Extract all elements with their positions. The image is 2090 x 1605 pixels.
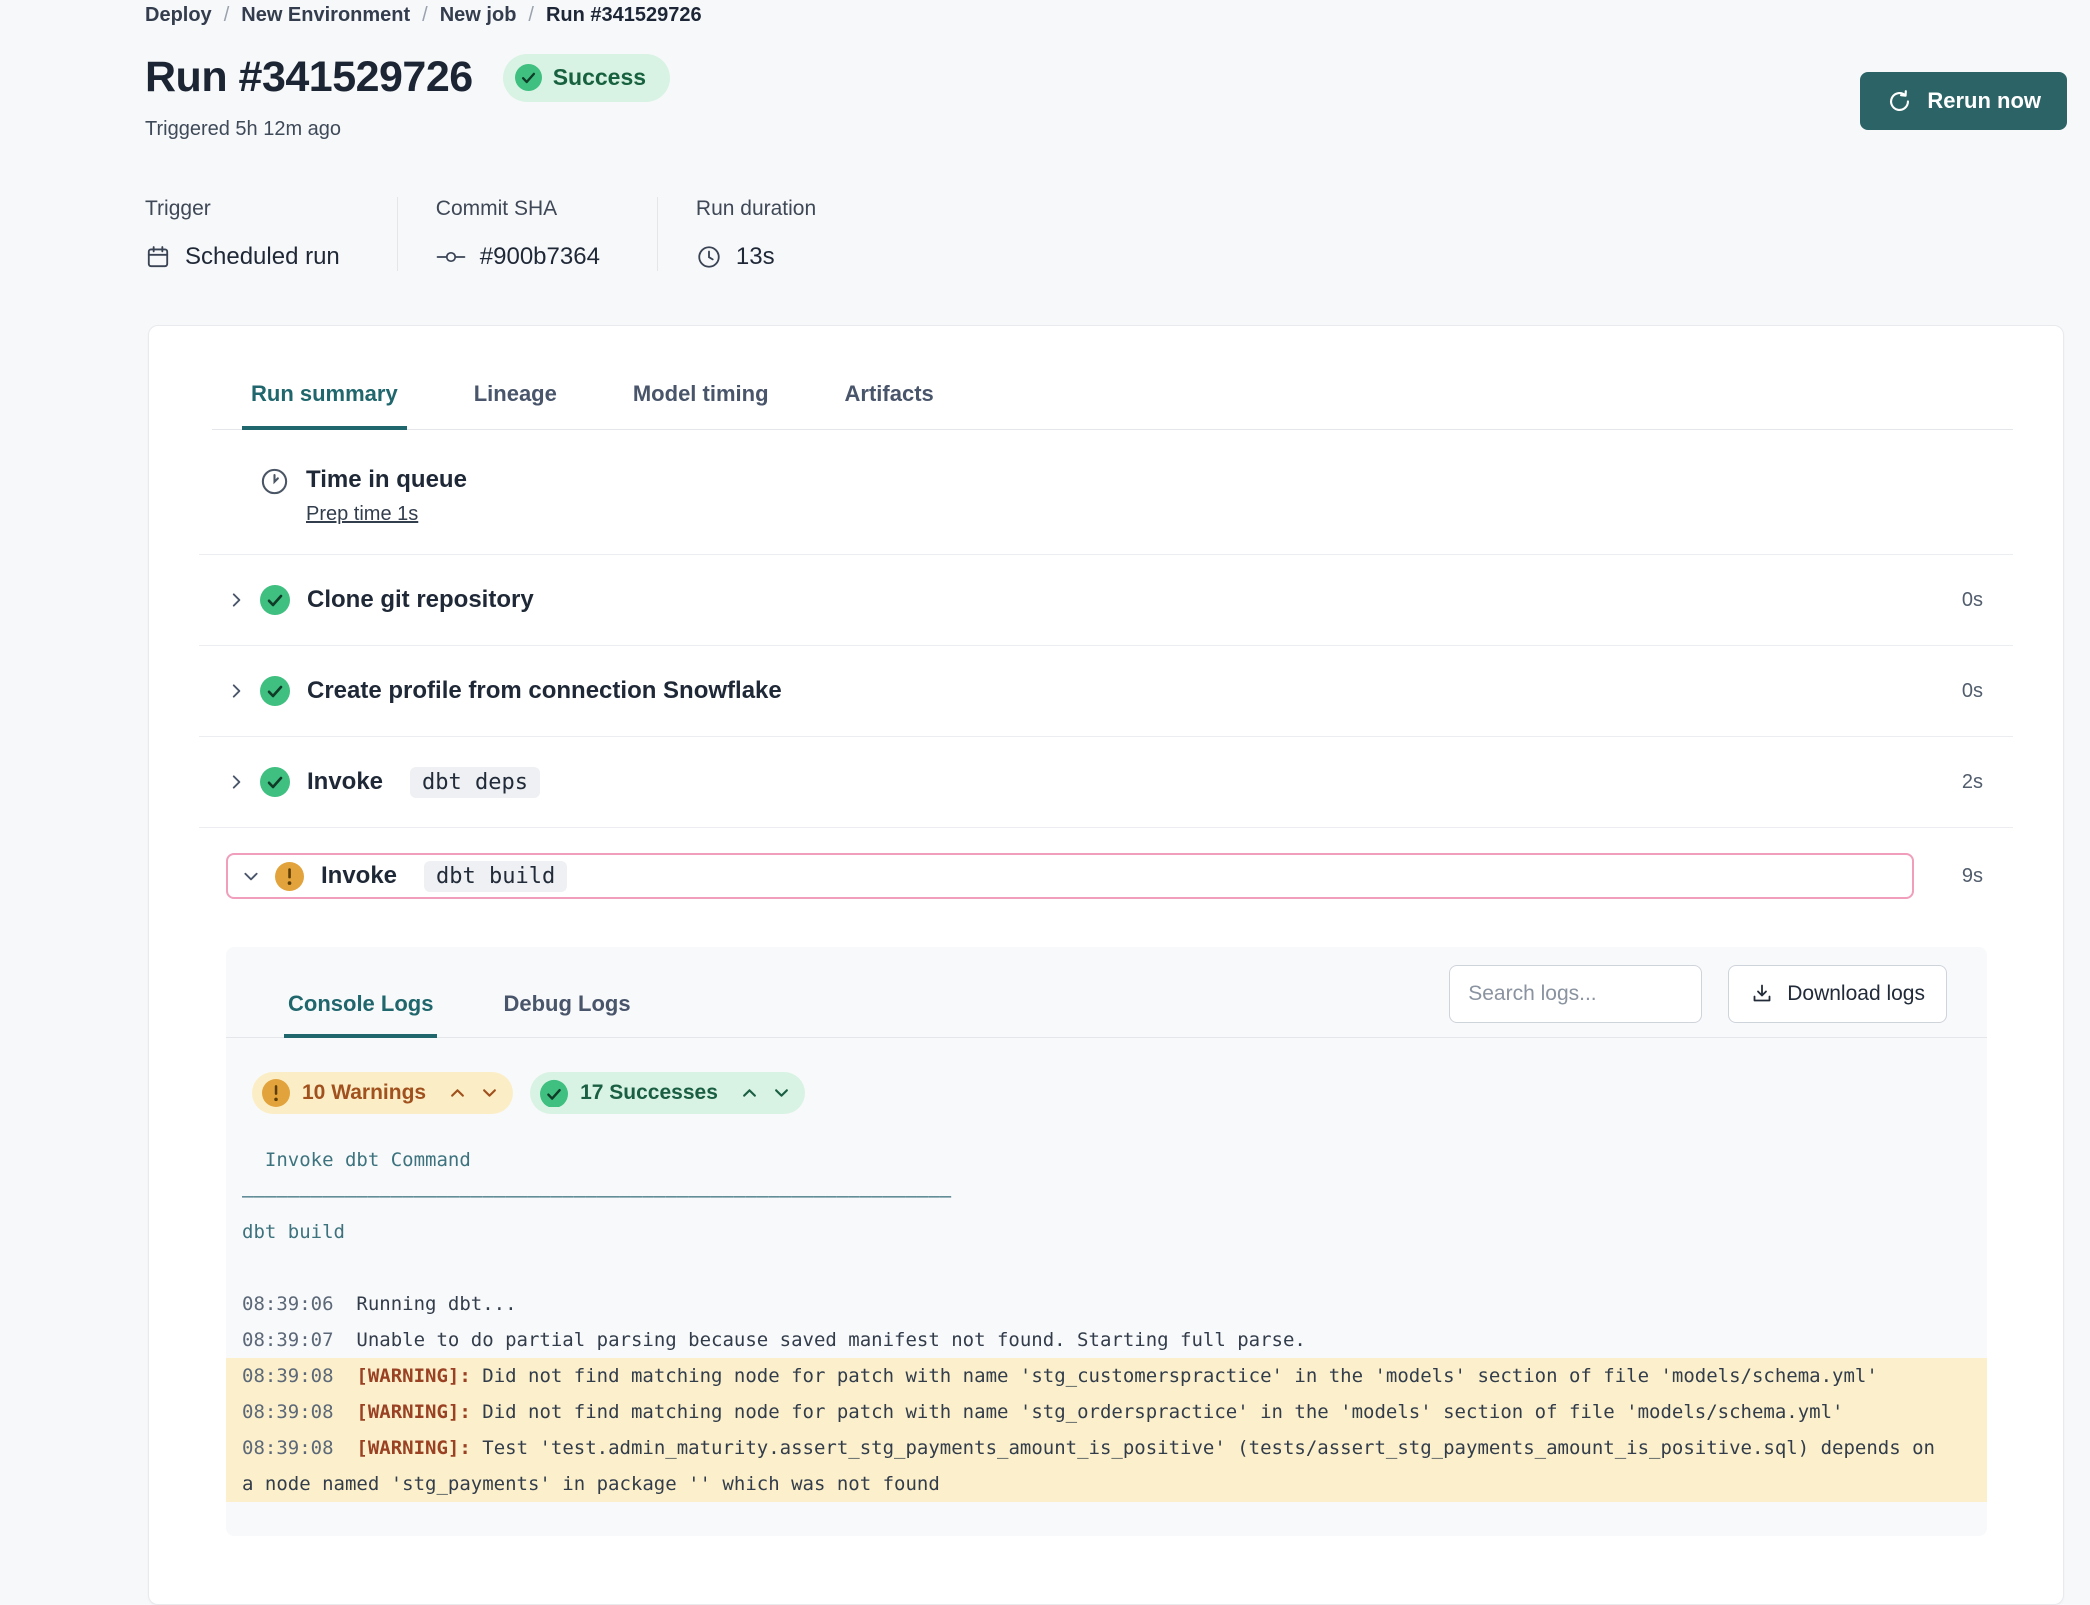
meta-commit: Commit SHA #900b7364 xyxy=(397,197,657,271)
log-line: 08:39:06 Running dbt... xyxy=(242,1286,1967,1322)
breadcrumb-current: Run #341529726 xyxy=(546,4,702,27)
log-filter-badges: 10 Warnings 17 Successes xyxy=(252,1072,1967,1114)
steps-list: Clone git repository0sCreate profile fro… xyxy=(149,555,2063,899)
breadcrumb-separator: / xyxy=(528,4,534,27)
success-check-icon xyxy=(260,767,290,797)
log-line: 08:39:08 [WARNING]: Did not find matchin… xyxy=(226,1358,1987,1394)
warning-icon xyxy=(262,1079,290,1107)
meta-label: Trigger xyxy=(145,197,340,221)
chevron-down-icon[interactable] xyxy=(242,867,260,885)
step-row[interactable]: Invoke dbt deps 2s xyxy=(199,737,2013,828)
chevron-up-icon[interactable] xyxy=(742,1088,757,1098)
status-badge: Success xyxy=(503,54,670,102)
time-in-queue-row: Time in queue Prep time 1s xyxy=(199,430,2013,555)
step-duration: 0s xyxy=(1962,589,1983,612)
rerun-now-button[interactable]: Rerun now xyxy=(1860,72,2067,130)
page-header: Deploy / New Environment / New job / Run #3415… xyxy=(0,0,2090,141)
commit-icon xyxy=(436,248,466,266)
success-check-icon xyxy=(260,676,290,706)
log-line: 08:39:08 [WARNING]: Test 'test.admin_mat… xyxy=(226,1430,1987,1502)
main-tabs: Run summary Lineage Model timing Artifacts xyxy=(212,381,2013,430)
queue-title: Time in queue xyxy=(306,466,467,494)
step-expanded-box: Invoke dbt build xyxy=(226,853,1914,899)
meta-value: #900b7364 xyxy=(480,243,600,271)
meta-trigger: Trigger Scheduled run xyxy=(145,197,397,271)
meta-value: Scheduled run xyxy=(185,243,340,271)
meta-label: Run duration xyxy=(696,197,816,221)
triggered-text: Triggered 5h 12m ago xyxy=(145,118,2066,141)
breadcrumb-link[interactable]: New job xyxy=(440,4,517,27)
breadcrumb-link[interactable]: Deploy xyxy=(145,4,212,27)
chevron-down-icon[interactable] xyxy=(482,1088,497,1098)
rerun-label: Rerun now xyxy=(1927,88,2041,114)
meta-duration: Run duration 13s xyxy=(657,197,873,271)
step-title: Invoke xyxy=(321,862,397,890)
status-label: Success xyxy=(553,64,646,91)
step-command-chip: dbt build xyxy=(424,861,567,892)
step-title: Invoke xyxy=(307,768,383,796)
tab-lineage[interactable]: Lineage xyxy=(465,381,566,429)
title-row: Run #341529726 Success xyxy=(145,53,2066,102)
step-command-chip: dbt deps xyxy=(410,767,540,798)
run-meta: Trigger Scheduled run Commit SHA #900b73… xyxy=(145,197,2090,271)
breadcrumb-separator: / xyxy=(224,4,230,27)
log-line: Invoke dbt Command xyxy=(242,1142,1967,1178)
log-line xyxy=(242,1250,1967,1286)
tab-console-logs[interactable]: Console Logs xyxy=(284,965,437,1037)
search-logs-input[interactable] xyxy=(1449,965,1702,1023)
log-line: dbt build xyxy=(242,1214,1967,1250)
chevron-right-icon[interactable] xyxy=(227,591,245,609)
meta-label: Commit SHA xyxy=(436,197,600,221)
step-title: Create profile from connection Snowflake xyxy=(307,677,782,705)
prep-time-link[interactable]: Prep time 1s xyxy=(306,503,418,526)
logs-header: Console Logs Debug Logs Download logs xyxy=(226,947,1987,1038)
step-duration: 2s xyxy=(1962,771,1983,794)
breadcrumb-separator: / xyxy=(422,4,428,27)
logs-panel: Console Logs Debug Logs Download logs 10… xyxy=(226,947,1987,1536)
success-check-icon xyxy=(515,64,542,91)
warning-icon xyxy=(275,862,304,891)
breadcrumb-link[interactable]: New Environment xyxy=(241,4,410,27)
tab-artifacts[interactable]: Artifacts xyxy=(836,381,943,429)
breadcrumb: Deploy / New Environment / New job / Run #3415… xyxy=(145,4,2066,27)
log-tabs: Console Logs Debug Logs xyxy=(284,965,635,1037)
page-title: Run #341529726 xyxy=(145,53,473,102)
badge-label: 10 Warnings xyxy=(302,1081,426,1105)
badge-label: 17 Successes xyxy=(580,1081,718,1105)
warnings-badge[interactable]: 10 Warnings xyxy=(252,1072,513,1114)
download-label: Download logs xyxy=(1787,982,1925,1006)
console-log-output: Invoke dbt Command——————————————————————… xyxy=(242,1142,1967,1502)
tab-model-timing[interactable]: Model timing xyxy=(624,381,778,429)
tab-debug-logs[interactable]: Debug Logs xyxy=(499,965,634,1037)
step-title: Clone git repository xyxy=(307,586,534,614)
chevron-down-icon[interactable] xyxy=(774,1088,789,1098)
success-check-icon xyxy=(260,585,290,615)
success-check-icon xyxy=(540,1079,568,1107)
clock-icon xyxy=(259,466,290,497)
step-row[interactable]: Invoke dbt build 9s xyxy=(199,828,2013,899)
calendar-icon xyxy=(145,244,171,270)
chevron-right-icon[interactable] xyxy=(227,682,245,700)
log-line: 08:39:07 Unable to do partial parsing be… xyxy=(242,1322,1967,1358)
chevron-up-icon[interactable] xyxy=(450,1088,465,1098)
download-logs-button[interactable]: Download logs xyxy=(1728,965,1947,1023)
meta-value: 13s xyxy=(736,243,775,271)
download-icon xyxy=(1750,982,1774,1006)
tab-run-summary[interactable]: Run summary xyxy=(242,381,407,429)
run-summary-card: Run summaryLineageModel timingArtifacts … xyxy=(148,325,2064,1605)
step-duration: 9s xyxy=(1929,865,1983,888)
refresh-icon xyxy=(1886,88,1913,115)
step-duration: 0s xyxy=(1962,680,1983,703)
clock-icon xyxy=(696,244,722,270)
log-line: 08:39:08 [WARNING]: Did not find matchin… xyxy=(226,1394,1987,1430)
chevron-right-icon[interactable] xyxy=(227,773,245,791)
successs-badge[interactable]: 17 Successes xyxy=(530,1072,805,1114)
log-line: ————————————————————————————————————————… xyxy=(242,1178,1967,1214)
step-row[interactable]: Clone git repository 0s xyxy=(199,555,2013,646)
step-row[interactable]: Create profile from connection Snowflake… xyxy=(199,646,2013,737)
